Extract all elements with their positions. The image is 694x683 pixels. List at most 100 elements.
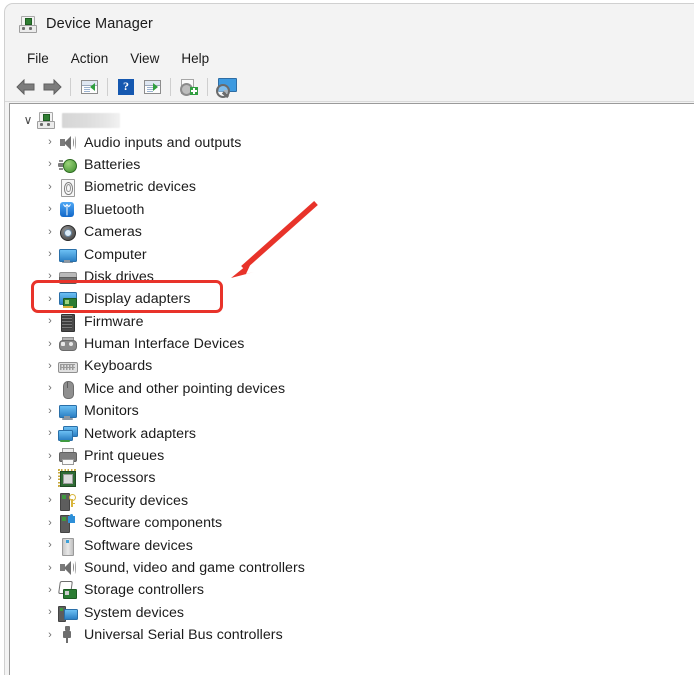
device-tree-pane[interactable]: ∨ › Audio inputs and outputs › Batteries… [9,103,694,675]
mouse-icon [58,380,76,399]
tree-item-label: Mice and other pointing devices [84,380,286,397]
display-adapter-icon [58,290,77,309]
printer-icon [58,447,77,466]
chevron-right-icon[interactable]: › [42,338,58,350]
scan-for-hardware-changes-button[interactable] [213,74,239,100]
forward-button[interactable] [39,74,65,100]
tree-item-biometric-devices[interactable]: › Biometric devices [10,176,694,198]
tree-item-network-adapters[interactable]: › Network adapters [10,422,694,444]
tree-item-monitors[interactable]: › Monitors [10,400,694,422]
help-button[interactable]: ? [113,74,139,100]
menu-item-view[interactable]: View [121,48,168,69]
tree-item-security-devices[interactable]: › Security devices [10,490,694,512]
tree-item-label: Security devices [84,492,189,509]
chevron-right-icon[interactable]: › [42,517,58,529]
toolbar: ? [5,72,694,102]
properties-button[interactable] [139,74,165,100]
gamepad-icon [58,335,77,353]
update-driver-button[interactable] [176,74,202,100]
tree-item-display-adapters[interactable]: › Display adapters [10,288,694,310]
tree-item-software-devices[interactable]: › Software devices [10,534,694,556]
tree-item-label: Human Interface Devices [84,336,245,353]
software-component-icon [58,514,76,534]
chevron-right-icon[interactable]: › [42,316,58,327]
processor-chip-icon [58,469,76,488]
chevron-right-icon[interactable]: › [42,495,58,506]
chevron-right-icon[interactable]: › [42,226,58,238]
tree-item-human-interface-devices[interactable]: › Human Interface Devices [10,333,694,355]
update-driver-icon [180,78,198,96]
chevron-right-icon[interactable]: › [42,629,58,641]
window-frame: Device Manager File Action View Help ? ∨… [4,3,694,675]
tree-item-label: Disk drives [84,268,154,285]
chevron-right-icon[interactable]: › [42,293,58,305]
scan-monitor-icon [216,78,237,98]
tree-item-sound-video-and-game-controllers[interactable]: › Sound, video and game controllers [10,557,694,579]
menu-item-file[interactable]: File [18,48,58,69]
chevron-right-icon[interactable]: › [42,159,58,170]
chevron-right-icon[interactable]: › [42,360,58,372]
tree-item-bluetooth[interactable]: › ᛠ Bluetooth [10,199,694,221]
console-tree-icon [80,79,98,94]
tree-item-label: Processors [84,470,156,487]
chevron-right-icon[interactable]: › [42,137,58,148]
tree-item-label: Bluetooth [84,201,145,218]
tree-item-processors[interactable]: › Processors [10,467,694,489]
tree-item-firmware[interactable]: › Firmware [10,311,694,333]
show-hide-console-tree-button[interactable] [76,74,102,100]
tree-item-label: Print queues [84,448,165,465]
firmware-chip-icon [58,313,76,332]
network-adapter-icon [58,425,78,443]
tree-item-disk-drives[interactable]: › Disk drives [10,266,694,288]
tree-item-universal-serial-bus-controllers[interactable]: › Universal Serial Bus controllers [10,624,694,646]
keyboard-icon [58,357,78,375]
tree-item-label: Sound, video and game controllers [84,560,305,576]
toolbar-separator [70,77,71,96]
chevron-right-icon[interactable]: › [42,584,58,596]
tree-item-software-components[interactable]: › Software components [10,512,694,534]
computer-root-icon [36,111,55,130]
storage-controller-icon [58,581,77,600]
tree-item-batteries[interactable]: › Batteries [10,154,694,176]
device-manager-window: Device Manager File Action View Help ? ∨… [0,0,694,678]
chevron-right-icon[interactable]: › [42,607,58,618]
chevron-right-icon[interactable]: › [42,472,58,484]
chevron-right-icon[interactable]: › [42,428,58,439]
tree-item-cameras[interactable]: › Cameras [10,221,694,243]
tree-item-audio-inputs-and-outputs[interactable]: › Audio inputs and outputs [10,131,694,153]
tree-item-label: Firmware [84,313,144,330]
forward-arrow-icon [42,78,62,95]
back-button[interactable] [13,74,39,100]
tree-item-mice-and-other-pointing-devices[interactable]: › Mice and other pointing devices [10,378,694,400]
system-device-icon [58,604,78,622]
menu-item-help[interactable]: Help [172,48,218,69]
chevron-right-icon[interactable]: › [42,540,58,551]
tree-item-print-queues[interactable]: › Print queues [10,445,694,467]
chevron-right-icon[interactable]: › [42,405,58,417]
tree-item-computer[interactable]: › Computer [10,243,694,265]
tree-item-label: Display adapters [84,291,191,308]
tree-item-label: Universal Serial Bus controllers [84,627,283,644]
bluetooth-icon: ᛠ [58,201,76,219]
usb-icon [58,626,76,644]
menu-item-action[interactable]: Action [62,48,118,69]
chevron-right-icon[interactable]: › [42,383,58,394]
chevron-right-icon[interactable]: › [42,249,58,260]
tree-item-label: Audio inputs and outputs [84,134,242,151]
tree-item-label: Monitors [84,403,139,420]
software-device-icon [58,537,76,556]
tree-item-storage-controllers[interactable]: › Storage controllers [10,579,694,601]
security-key-icon [58,492,76,511]
window-title: Device Manager [46,16,153,32]
chevron-right-icon[interactable]: › [42,271,58,282]
tree-item-label: System devices [84,604,185,621]
chevron-right-icon[interactable]: › [42,204,58,215]
chevron-right-icon[interactable]: › [42,562,58,574]
chevron-down-icon[interactable]: ∨ [20,114,36,126]
speaker-icon [58,134,76,152]
tree-item-keyboards[interactable]: › Keyboards [10,355,694,377]
chevron-right-icon[interactable]: › [42,450,58,462]
chevron-right-icon[interactable]: › [42,181,58,193]
tree-item-system-devices[interactable]: › System devices [10,602,694,624]
tree-root-node[interactable]: ∨ [10,109,694,131]
